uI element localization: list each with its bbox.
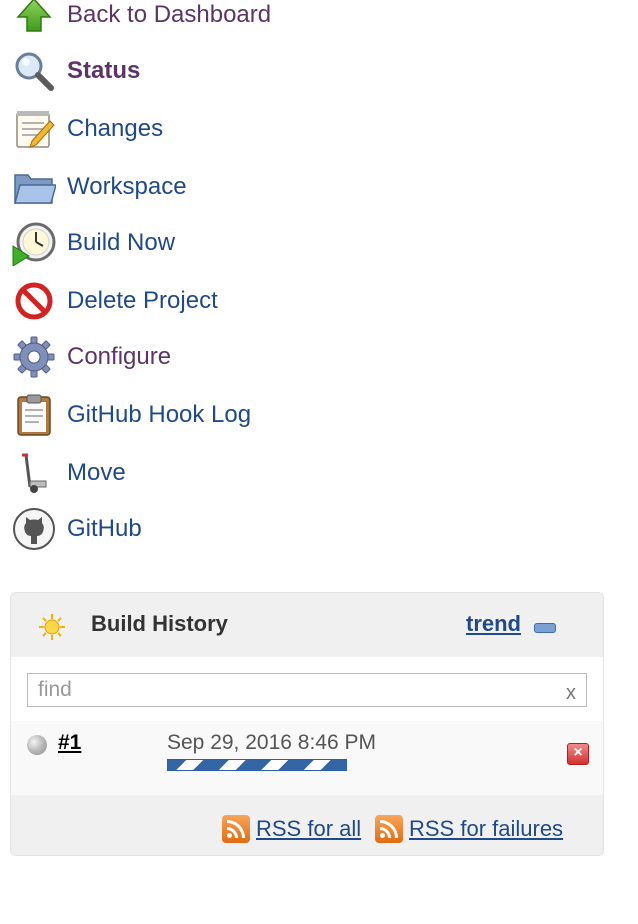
task-label: Delete Project xyxy=(67,287,218,314)
github-hook-log-link[interactable]: GitHub Hook Log xyxy=(10,390,410,440)
search-magnifier-icon xyxy=(10,47,58,95)
build-history-panel: Build History trend x #1 Sep 29, 2016 8:… xyxy=(10,592,604,856)
task-label: Configure xyxy=(67,343,172,370)
rss-all-label: RSS for all xyxy=(256,816,362,841)
rss-links: RSS for all RSS for failures xyxy=(11,795,603,855)
rss-feed-icon xyxy=(375,815,403,843)
build-search-input[interactable] xyxy=(28,674,568,706)
configure-link[interactable]: Configure xyxy=(10,332,410,382)
gear-icon xyxy=(10,333,58,381)
build-history-title: Build History xyxy=(91,611,228,636)
abort-build-icon[interactable]: × xyxy=(567,743,589,765)
collapse-icon[interactable] xyxy=(534,623,556,633)
changes-link[interactable]: Changes xyxy=(10,104,410,154)
task-label: Changes xyxy=(67,115,164,142)
status-link[interactable]: Status xyxy=(10,46,410,96)
task-label: Back to Dashboard xyxy=(67,1,272,28)
build-progress-fill xyxy=(168,760,346,770)
github-octocat-icon xyxy=(10,505,58,553)
task-label: GitHub xyxy=(67,515,142,542)
clear-search-button[interactable]: x xyxy=(566,682,576,705)
build-number-link[interactable]: #1 xyxy=(58,731,81,755)
build-now-link[interactable]: Build Now xyxy=(10,218,410,268)
trend-link[interactable]: trend xyxy=(466,611,521,637)
hand-truck-icon xyxy=(10,449,58,497)
rss-failures-label: RSS for failures xyxy=(409,816,564,841)
no-entry-icon xyxy=(10,277,58,325)
build-row: #1 Sep 29, 2016 8:46 PM × xyxy=(11,721,603,795)
task-label: Build Now xyxy=(67,229,176,256)
workspace-link[interactable]: Workspace xyxy=(10,162,410,212)
rss-all-link[interactable]: RSS for all xyxy=(222,815,361,843)
clock-play-icon xyxy=(10,219,58,267)
back-to-dashboard-link[interactable]: Back to Dashboard xyxy=(10,0,410,40)
delete-project-link[interactable]: Delete Project xyxy=(10,276,410,326)
rss-failures-link[interactable]: RSS for failures xyxy=(375,815,563,843)
github-link[interactable]: GitHub xyxy=(10,504,410,554)
task-label: Move xyxy=(67,459,126,486)
folder-icon xyxy=(10,163,58,211)
build-search-box: x xyxy=(27,673,587,707)
move-link[interactable]: Move xyxy=(10,448,410,498)
up-arrow-icon xyxy=(10,0,58,39)
build-progress-bar[interactable] xyxy=(167,759,347,771)
notepad-pencil-icon xyxy=(10,105,58,153)
build-status-ball-icon xyxy=(27,735,47,755)
build-history-header: Build History trend xyxy=(11,593,603,657)
task-label: GitHub Hook Log xyxy=(67,401,252,428)
task-label: Workspace xyxy=(67,173,187,200)
build-date: Sep 29, 2016 8:46 PM xyxy=(167,731,376,754)
build-history-body: x #1 Sep 29, 2016 8:46 PM × xyxy=(11,657,603,795)
sun-icon xyxy=(38,613,66,641)
clipboard-icon xyxy=(10,391,58,439)
task-label: Status xyxy=(67,57,141,84)
rss-feed-icon xyxy=(222,815,250,843)
